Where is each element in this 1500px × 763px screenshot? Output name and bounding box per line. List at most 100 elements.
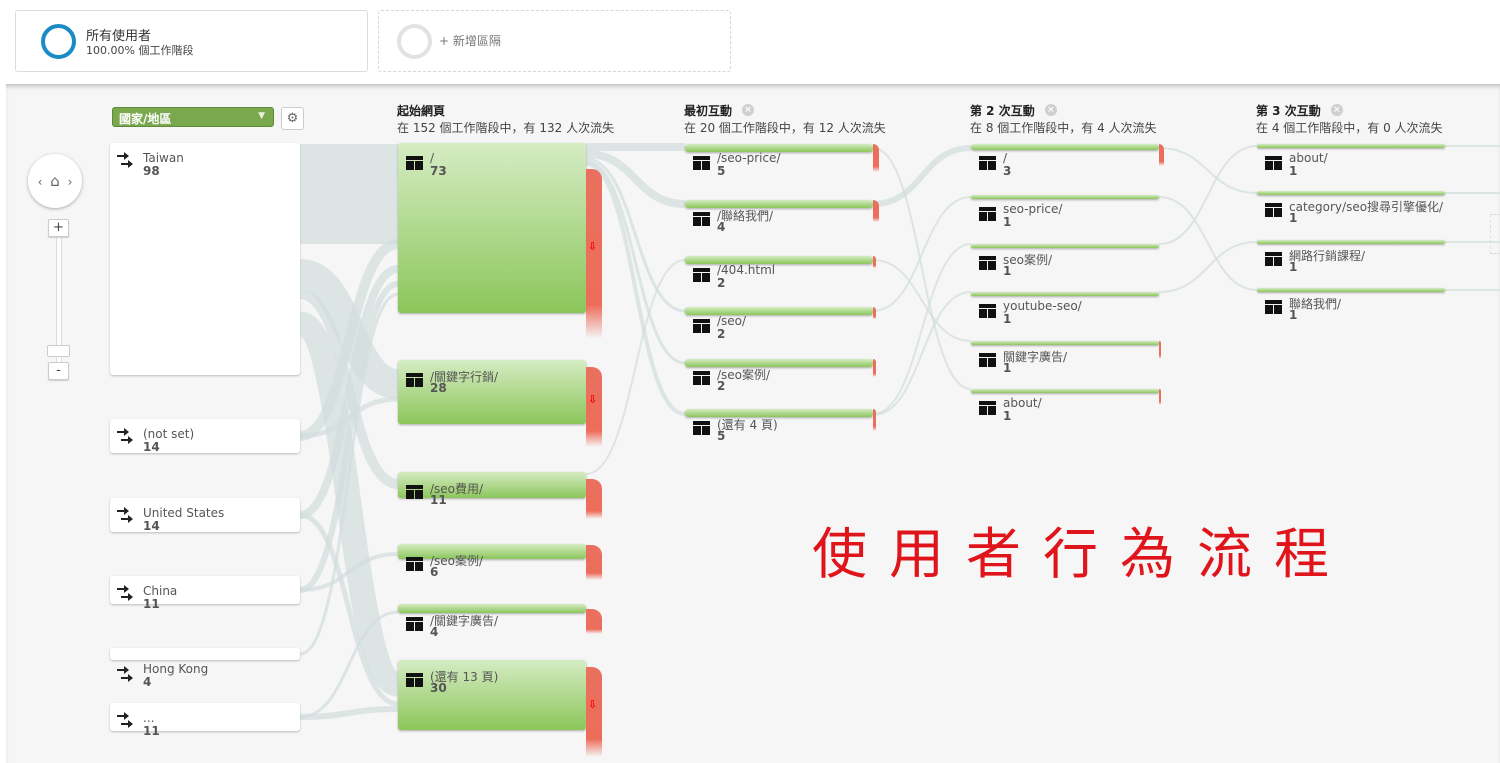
country-node[interactable]: Hong Kong 4 bbox=[110, 648, 300, 689]
column-title: 第 3 次互動 bbox=[1256, 103, 1321, 118]
dropoff-indicator[interactable] bbox=[586, 367, 602, 447]
column-title: 起始網頁 bbox=[397, 103, 446, 118]
country-node[interactable]: China 11 bbox=[110, 576, 300, 611]
dropoff-indicator[interactable] bbox=[586, 169, 602, 339]
settings-button[interactable]: ⚙ bbox=[281, 107, 304, 130]
dropoff-indicator[interactable] bbox=[586, 667, 602, 757]
scroll-edge-handle[interactable] bbox=[1490, 214, 1500, 254]
column-header-third-interaction: 第 3 次互動 × 在 4 個工作階段中，有 0 人次流失 bbox=[1256, 102, 1443, 136]
page-icon bbox=[693, 267, 710, 282]
entrance-arrows-icon bbox=[117, 712, 135, 730]
dropoff-indicator[interactable] bbox=[873, 256, 876, 268]
page-node-bar bbox=[685, 359, 873, 367]
entrance-arrows-icon bbox=[117, 507, 135, 525]
country-count: 98 bbox=[143, 164, 160, 178]
pan-left-icon[interactable]: ‹ bbox=[38, 175, 43, 189]
dropoff-indicator[interactable] bbox=[586, 609, 602, 634]
flow-canvas[interactable]: 國家/地區 ▼ ⚙ ‹ ⌂ › + - 起始網頁 在 152 個工作階段中，有 … bbox=[6, 84, 1500, 763]
dropoff-indicator[interactable] bbox=[1159, 144, 1164, 166]
add-segment-label: + 新增區隔 bbox=[439, 34, 501, 48]
page-icon bbox=[693, 318, 710, 333]
zoom-in-button[interactable]: + bbox=[48, 219, 69, 237]
zoom-slider-handle[interactable] bbox=[47, 345, 70, 357]
country-count: 14 bbox=[143, 440, 160, 454]
dropoff-indicator[interactable] bbox=[873, 144, 879, 172]
page-node-bar bbox=[398, 472, 586, 498]
segment-subtitle: 100.00% 個工作階段 bbox=[86, 44, 194, 57]
page-count: 3 bbox=[1003, 164, 1012, 178]
page-node-bar bbox=[971, 244, 1159, 248]
page-node-bar bbox=[685, 200, 873, 208]
pan-control[interactable]: ‹ ⌂ › bbox=[28, 154, 82, 208]
column-title: 最初互動 bbox=[684, 103, 733, 118]
page-node-bar bbox=[398, 544, 586, 559]
dropoff-arrow-icon: ⇩ bbox=[588, 240, 598, 253]
dropoff-indicator[interactable] bbox=[873, 359, 876, 377]
dropoff-indicator[interactable] bbox=[873, 307, 876, 319]
pan-right-icon[interactable]: › bbox=[68, 175, 73, 189]
column-title: 第 2 次互動 bbox=[970, 103, 1035, 118]
page-icon bbox=[979, 400, 996, 415]
segment-bar: 所有使用者 100.00% 個工作階段 + 新增區隔 bbox=[0, 0, 1500, 84]
dropoff-indicator[interactable] bbox=[873, 409, 876, 431]
dropoff-indicator[interactable] bbox=[1159, 389, 1161, 405]
page-node-bar bbox=[1257, 288, 1445, 292]
column-subtitle: 在 8 個工作階段中，有 4 人次流失 bbox=[970, 121, 1157, 135]
page-count: 5 bbox=[717, 429, 726, 443]
page-count: 2 bbox=[717, 379, 726, 393]
entrance-arrows-icon bbox=[117, 666, 135, 684]
page-label: about/ bbox=[1003, 396, 1042, 410]
close-column-icon[interactable]: × bbox=[1044, 104, 1057, 116]
dropoff-arrow-icon: ⇩ bbox=[588, 698, 598, 711]
add-segment-button[interactable]: + 新增區隔 bbox=[378, 10, 731, 72]
country-node[interactable]: ... 11 bbox=[110, 703, 300, 738]
column-header-first-interaction: 最初互動 × 在 20 個工作階段中，有 12 人次流失 bbox=[684, 102, 886, 136]
page-node-bar bbox=[971, 144, 1159, 150]
page-count: 1 bbox=[1003, 312, 1012, 326]
page-icon bbox=[1265, 251, 1282, 266]
country-count: 14 bbox=[143, 519, 160, 533]
country-name: ... bbox=[143, 711, 155, 725]
country-node[interactable]: Taiwan 98 bbox=[110, 143, 300, 375]
page-node-bar bbox=[1257, 144, 1445, 148]
page-icon bbox=[693, 211, 710, 226]
close-column-icon[interactable]: × bbox=[742, 104, 755, 116]
page-count: 1 bbox=[1289, 308, 1298, 322]
page-count: 28 bbox=[430, 381, 447, 395]
page-count: 73 bbox=[430, 164, 447, 178]
dropoff-indicator[interactable] bbox=[873, 200, 879, 222]
column-subtitle: 在 4 個工作階段中，有 0 人次流失 bbox=[1256, 121, 1443, 135]
page-node-bar bbox=[971, 389, 1159, 393]
dimension-select[interactable]: 國家/地區 ▼ bbox=[112, 107, 274, 127]
country-node[interactable]: (not set) 14 bbox=[110, 419, 300, 454]
flow-connection bbox=[1158, 145, 1258, 245]
page-label: youtube-seo/ bbox=[1003, 299, 1082, 313]
column-subtitle: 在 152 個工作階段中，有 132 人次流失 bbox=[397, 121, 615, 135]
segment-all-users[interactable]: 所有使用者 100.00% 個工作階段 bbox=[15, 10, 368, 72]
page-label: 網路行銷課程/ bbox=[1289, 249, 1366, 263]
country-count: 4 bbox=[143, 675, 152, 689]
segment-ring-icon bbox=[397, 24, 432, 59]
page-label: 關鍵字廣告/ bbox=[1003, 350, 1068, 364]
close-column-icon[interactable]: × bbox=[1330, 104, 1343, 116]
page-icon bbox=[406, 484, 423, 499]
zoom-out-button[interactable]: - bbox=[48, 362, 69, 380]
entrance-arrows-icon bbox=[117, 152, 135, 170]
dropoff-indicator[interactable] bbox=[1159, 341, 1161, 359]
home-icon[interactable]: ⌂ bbox=[50, 172, 60, 190]
page-count: 6 bbox=[430, 565, 439, 579]
country-node[interactable]: United States 14 bbox=[110, 498, 300, 533]
chevron-down-icon: ▼ bbox=[258, 111, 265, 121]
page-count: 4 bbox=[717, 220, 726, 234]
page-count: 2 bbox=[717, 327, 726, 341]
page-icon bbox=[1265, 202, 1282, 217]
column-header-second-interaction: 第 2 次互動 × 在 8 個工作階段中，有 4 人次流失 bbox=[970, 102, 1157, 136]
dropoff-indicator[interactable] bbox=[586, 545, 602, 580]
page-count: 1 bbox=[1003, 264, 1012, 278]
segment-ring-icon bbox=[41, 24, 76, 59]
page-node-bar bbox=[1257, 191, 1445, 195]
gear-icon: ⚙ bbox=[286, 111, 299, 126]
page-count: 4 bbox=[430, 625, 439, 639]
dropoff-indicator[interactable] bbox=[586, 479, 602, 519]
country-name: United States bbox=[143, 506, 225, 520]
